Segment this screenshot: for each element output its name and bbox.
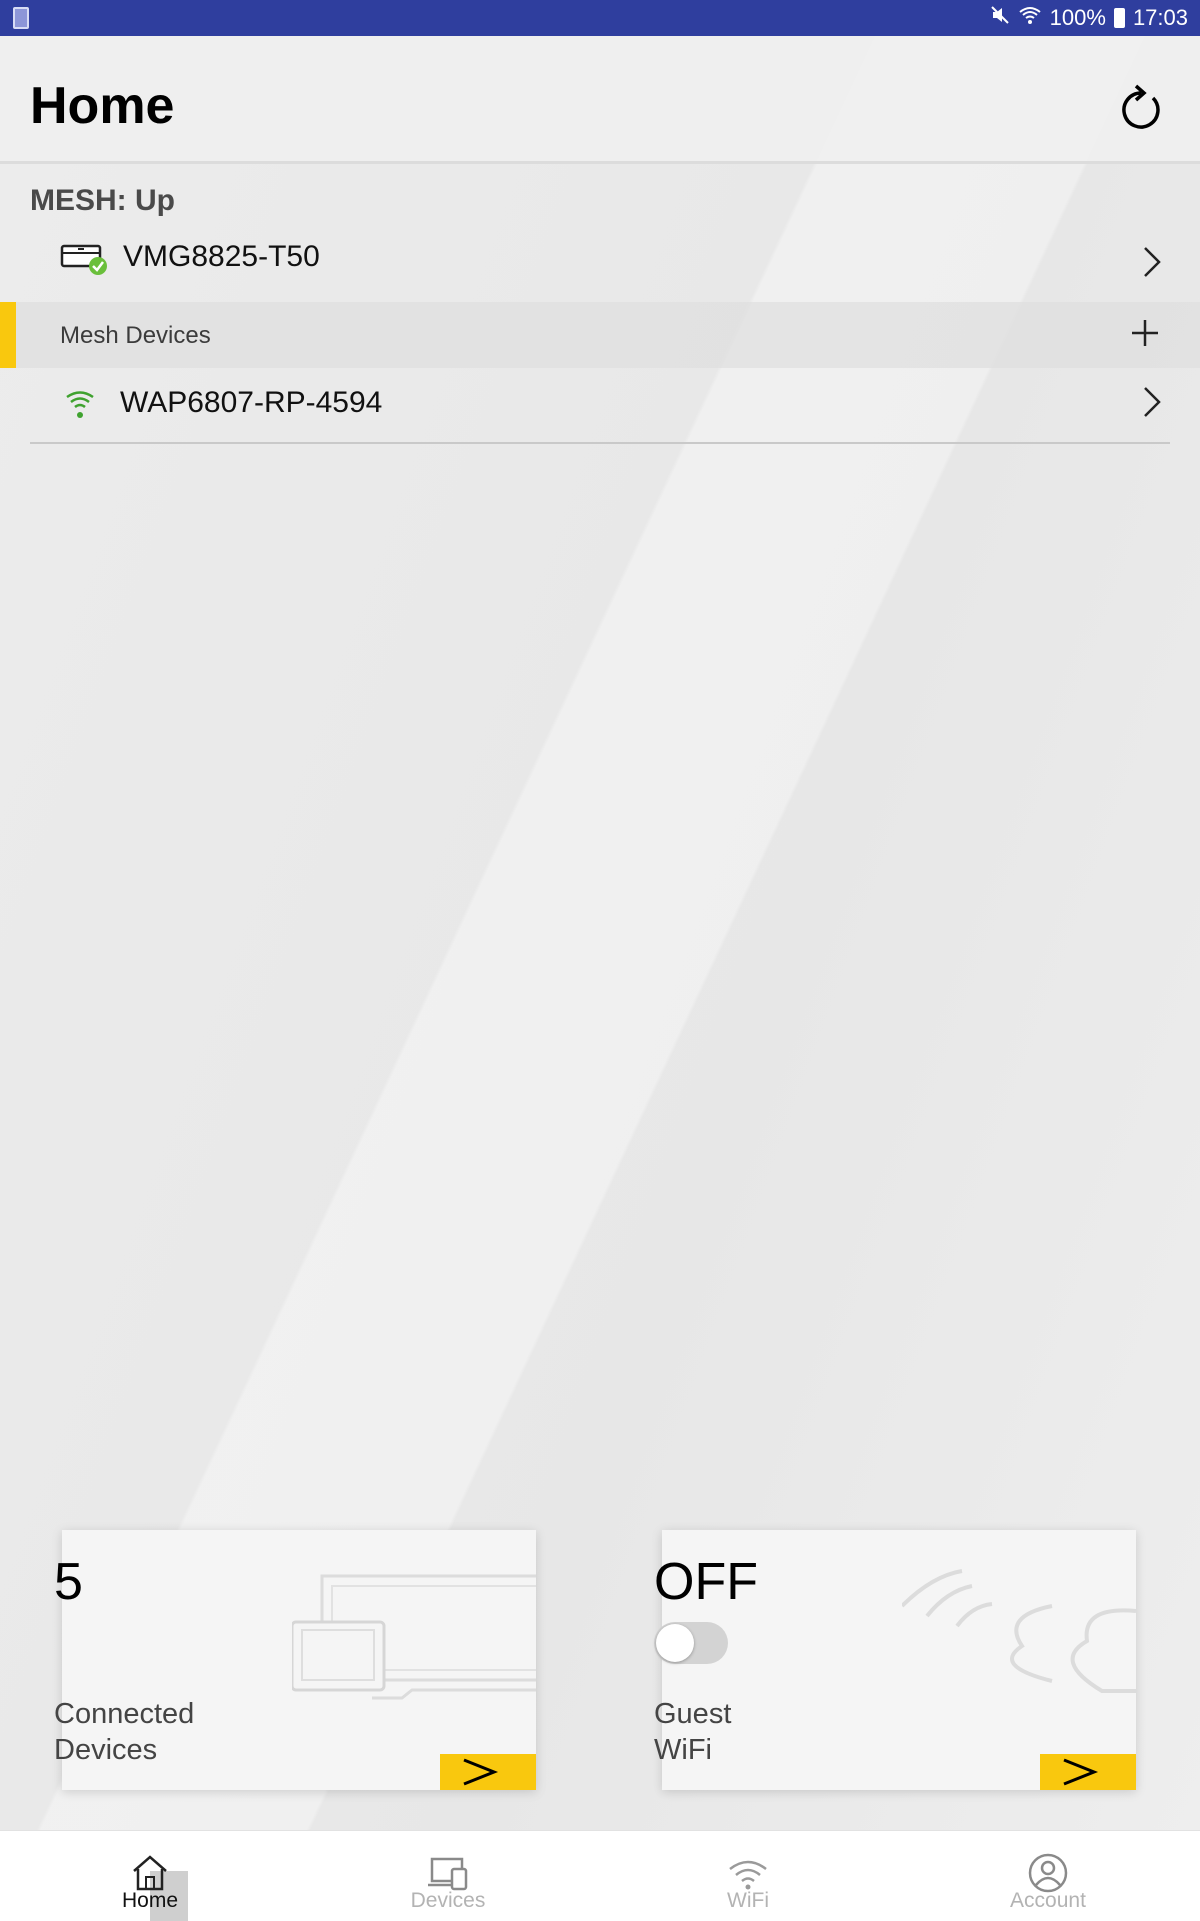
guest-wifi-go-button[interactable] [1040, 1754, 1136, 1790]
arrow-right-icon [1063, 1758, 1099, 1786]
guest-wifi-card[interactable]: OFF Guest WiFi [654, 1530, 1136, 1790]
mesh-devices-header: Mesh Devices [0, 302, 1200, 368]
connected-devices-label: Connected Devices [54, 1698, 195, 1766]
wifi-icon [729, 1860, 767, 1890]
toggle-knob [656, 1624, 694, 1662]
mesh-device-name: WAP6807-RP-4594 [120, 386, 383, 419]
connected-devices-go-button[interactable] [440, 1754, 536, 1790]
mute-icon [990, 5, 1010, 31]
mesh-status: MESH: Up [30, 184, 175, 217]
guest-wifi-toggle[interactable] [654, 1622, 728, 1664]
page-title: Home [30, 77, 175, 135]
router-icon [60, 240, 110, 276]
guest-wifi-state: OFF [654, 1553, 758, 1611]
home-icon [133, 1855, 167, 1891]
clock: 17:03 [1132, 5, 1188, 30]
bottom-navigation: Home Devices WiFi Account [0, 1830, 1200, 1921]
notification-icon [13, 7, 29, 29]
devices-icon [428, 1857, 468, 1891]
nav-account[interactable]: Account [948, 1831, 1148, 1921]
chevron-right-icon [1144, 387, 1161, 417]
nav-wifi[interactable]: WiFi [648, 1831, 848, 1921]
nav-devices[interactable]: Devices [348, 1831, 548, 1921]
chevron-right-icon [1144, 247, 1161, 277]
battery-percent: 100% [1049, 5, 1106, 30]
arrow-right-icon [463, 1758, 499, 1786]
mesh-devices-label: Mesh Devices [60, 322, 211, 349]
refresh-icon [1122, 84, 1160, 129]
devices-illustration [292, 1574, 536, 1700]
mesh-device-row[interactable]: WAP6807-RP-4594 [30, 370, 1170, 444]
nav-devices-label: Devices [410, 1889, 486, 1912]
section-accent [0, 302, 16, 368]
account-icon [1028, 1853, 1068, 1893]
nav-home-label: Home [121, 1889, 179, 1912]
status-bar: 100% 17:03 [0, 0, 1200, 36]
gateway-name: VMG8825-T50 [123, 240, 320, 273]
app-header: Home [0, 36, 1200, 164]
wifi-waves-illustration [902, 1569, 1136, 1693]
nav-home[interactable]: Home [50, 1831, 250, 1921]
battery-icon [1113, 8, 1125, 28]
nav-account-label: Account [1010, 1889, 1086, 1912]
plus-icon [1132, 320, 1158, 346]
wifi-signal-icon [64, 388, 96, 420]
refresh-button[interactable] [1114, 78, 1166, 134]
wifi-icon [1018, 5, 1042, 31]
nav-wifi-label: WiFi [727, 1889, 769, 1912]
guest-wifi-label: Guest WiFi [654, 1698, 732, 1766]
connected-devices-card[interactable]: 5 Connected Devices [54, 1530, 536, 1790]
connected-count: 5 [54, 1553, 83, 1611]
add-mesh-device-button[interactable] [1130, 318, 1160, 348]
gateway-row[interactable]: VMG8825-T50 [30, 230, 1170, 302]
